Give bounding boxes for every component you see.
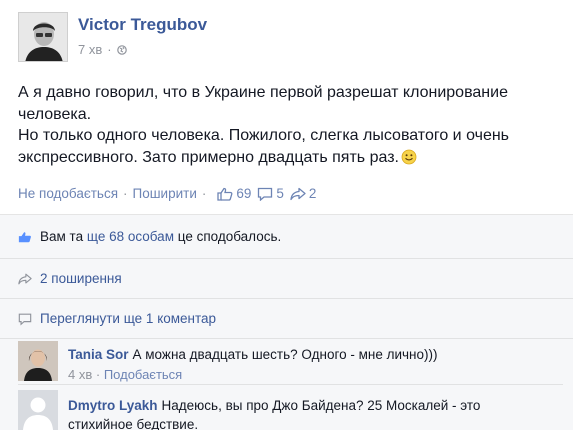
shares-link[interactable]: 2 поширення	[40, 271, 122, 286]
likes-summary-prefix: Вам та	[40, 229, 84, 244]
post-actions: Не подобається · Поширити · 69 5 2	[18, 186, 316, 201]
comment-text: А можна двадцать шесть? Одного - мне лич…	[132, 347, 438, 362]
commenter-name[interactable]: Dmytro Lyakh	[68, 398, 158, 413]
action-separator: ·	[201, 186, 207, 201]
thumbs-up-icon	[217, 187, 233, 201]
thumbs-up-icon	[18, 231, 31, 242]
post-text-line: человека.	[18, 105, 92, 123]
comment-icon	[258, 187, 273, 201]
comments-stat[interactable]: 5	[257, 186, 284, 201]
share-arrow-icon	[18, 273, 32, 284]
shares-stat[interactable]: 2	[290, 186, 317, 201]
post-text: А я давно говорил, что в Украине первой …	[18, 82, 558, 168]
meta-separator: ·	[95, 367, 104, 382]
commenter-avatar[interactable]	[18, 390, 58, 430]
post-text-line: Но только одного человека. Пожилого, сле…	[18, 125, 558, 147]
post-card: Victor Tregubov 7 хв · А я давно говорил…	[0, 0, 573, 430]
comment-time[interactable]: 4 хв	[68, 367, 92, 382]
commenter-name[interactable]: Tania Sor	[68, 347, 129, 362]
post-text-line-text: экспрессивного. Зато примерно двадцать п…	[18, 148, 399, 166]
likes-summary-suffix: це сподобалось.	[177, 229, 282, 244]
comment-like-button[interactable]: Подобається	[104, 367, 182, 382]
meta-separator: ·	[107, 42, 112, 57]
unlike-button[interactable]: Не подобається	[18, 186, 118, 201]
post-time[interactable]: 7 хв	[78, 42, 102, 57]
post-text-line: А я давно говорил, что в Украине первой …	[18, 84, 508, 101]
comment-divider	[18, 384, 563, 385]
shares-row[interactable]: 2 поширення	[0, 259, 573, 299]
author-name[interactable]: Victor Tregubov	[78, 15, 207, 35]
commenter-avatar[interactable]	[18, 341, 58, 381]
view-more-comments-row[interactable]: Переглянути ще 1 коментар	[0, 299, 573, 339]
likes-stat[interactable]: 69	[217, 186, 251, 201]
smiley-emoji-icon	[401, 149, 417, 164]
globe-icon[interactable]	[116, 44, 127, 55]
view-more-comments-link[interactable]: Переглянути ще 1 коментар	[40, 311, 216, 326]
likes-count: 69	[236, 186, 252, 201]
post-meta: 7 хв ·	[78, 42, 127, 57]
comment-meta: 4 хв · Подобається	[68, 367, 182, 382]
shares-count: 2	[308, 186, 317, 201]
comment-body: Tania Sor А можна двадцать шесть? Одного …	[68, 346, 438, 364]
comment-icon	[18, 313, 32, 325]
comment: Tania Sor А можна двадцать шесть? Одного …	[18, 341, 563, 389]
feedback-section: Вам та ще 68 особам це сподобалось. 2 по…	[0, 214, 573, 430]
share-arrow-icon	[290, 187, 306, 200]
comment-body: Dmytro Lyakh Надеюсь, вы про Джо Байдена?…	[68, 396, 548, 430]
comments-count: 5	[276, 186, 284, 201]
share-button[interactable]: Поширити	[133, 186, 197, 201]
likes-others-link[interactable]: ще 68 особам	[87, 229, 174, 244]
likes-summary-row: Вам та ще 68 особам це сподобалось.	[0, 215, 573, 259]
post-text-line: экспрессивного. Зато примерно двадцать п…	[18, 147, 558, 169]
author-avatar[interactable]	[18, 12, 68, 62]
action-separator: ·	[123, 186, 128, 201]
comment: Dmytro Lyakh Надеюсь, вы про Джо Байдена?…	[18, 390, 563, 430]
post-text-line-text: Но только одного человека. Пожилого, сле…	[18, 127, 510, 144]
